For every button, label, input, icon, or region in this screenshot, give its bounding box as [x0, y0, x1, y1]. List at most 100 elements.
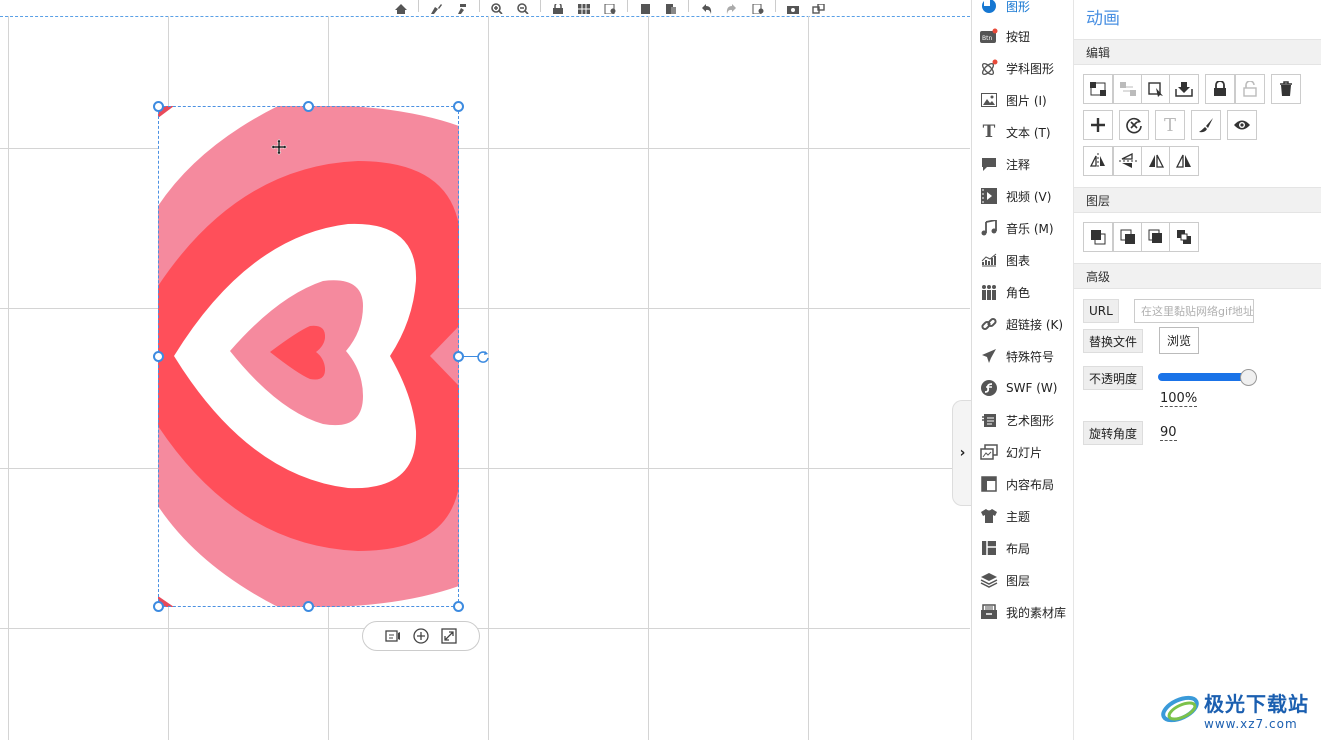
- camera-icon[interactable]: [780, 0, 806, 14]
- eye-icon[interactable]: [1227, 110, 1257, 140]
- bring-forward-icon[interactable]: [1141, 222, 1171, 252]
- mirror-left-icon[interactable]: [1141, 146, 1171, 176]
- music-icon: [980, 219, 998, 237]
- menu-item-my-library[interactable]: 我的素材库: [972, 598, 1072, 626]
- resize-handle-left[interactable]: [153, 351, 164, 362]
- svg-text:Btn: Btn: [982, 35, 992, 42]
- ungroup-icon[interactable]: [1113, 74, 1143, 104]
- heart-image[interactable]: [158, 106, 459, 607]
- section-layer-header: 图层: [1074, 187, 1321, 213]
- redo-icon[interactable]: [719, 0, 745, 14]
- mirror-right-icon[interactable]: [1169, 146, 1199, 176]
- fullscreen-icon[interactable]: [806, 0, 832, 14]
- home-icon[interactable]: [388, 0, 414, 14]
- resize-handle-bottom-right[interactable]: [453, 601, 464, 612]
- crop-select-icon[interactable]: [1141, 74, 1171, 104]
- menu-item-label: 我的素材库: [1006, 605, 1067, 620]
- save-to-library-icon[interactable]: [1169, 74, 1199, 104]
- panel-title: 动画: [1086, 9, 1120, 29]
- resize-handle-top-right[interactable]: [453, 101, 464, 112]
- group-icon[interactable]: [1083, 74, 1113, 104]
- delete-icon[interactable]: [1271, 74, 1301, 104]
- toolbar-divider: [688, 0, 689, 12]
- caption-icon[interactable]: [384, 627, 402, 645]
- canvas[interactable]: [0, 0, 970, 740]
- collapse-panel-button[interactable]: ›: [952, 400, 972, 506]
- flip-horizontal-icon[interactable]: [1083, 146, 1113, 176]
- browse-button[interactable]: 浏览: [1159, 327, 1199, 354]
- menu-item-content-layout[interactable]: 内容布局: [972, 470, 1072, 498]
- menu-item-layers[interactable]: 图层: [972, 566, 1072, 594]
- grid-line: [0, 308, 970, 309]
- paint-brush-icon[interactable]: [1191, 110, 1221, 140]
- menu-item-slideshow[interactable]: 幻灯片: [972, 438, 1072, 466]
- menu-item-character[interactable]: 角色: [972, 278, 1072, 306]
- menu-item-text[interactable]: T 文本 (T): [972, 118, 1072, 146]
- bring-to-front-icon[interactable]: [1083, 222, 1113, 252]
- comment-icon: [980, 155, 998, 173]
- video-icon: [980, 187, 998, 205]
- shape-icon: [980, 0, 998, 15]
- menu-item-label: 主题: [1006, 509, 1031, 524]
- expand-icon[interactable]: [440, 627, 458, 645]
- url-label: URL: [1083, 299, 1119, 323]
- grid-icon[interactable]: [571, 0, 597, 14]
- resize-handle-right[interactable]: [453, 351, 464, 362]
- component-menu: 图形 Btn 按钮 学科图形 图片 (I) T 文本 (T) 注释 视频 (V): [971, 0, 1073, 740]
- settings-page-icon[interactable]: [597, 0, 623, 14]
- resize-handle-top[interactable]: [303, 101, 314, 112]
- menu-item-subject-shapes[interactable]: 学科图形: [972, 54, 1072, 82]
- opacity-value[interactable]: 100%: [1160, 391, 1198, 407]
- menu-item-theme[interactable]: 主题: [972, 502, 1072, 530]
- menu-item-image[interactable]: 图片 (I): [972, 86, 1072, 114]
- grid-line: [808, 16, 809, 740]
- flip-vertical-icon[interactable]: [1113, 146, 1143, 176]
- lock-icon[interactable]: [1205, 74, 1235, 104]
- unlock-icon[interactable]: [1235, 74, 1265, 104]
- menu-item-music[interactable]: 音乐 (M): [972, 214, 1072, 242]
- menu-item-swf[interactable]: SWF (W): [972, 374, 1072, 402]
- watermark-logo: [1161, 695, 1199, 723]
- plane-icon: [980, 347, 998, 365]
- menu-item-button[interactable]: Btn 按钮: [972, 22, 1072, 50]
- menu-item-label: 学科图形: [1006, 61, 1055, 76]
- lock-icon[interactable]: [545, 0, 571, 14]
- copy-icon[interactable]: [632, 0, 658, 14]
- send-backward-icon[interactable]: [1169, 222, 1199, 252]
- zoom-out-icon[interactable]: [510, 0, 536, 14]
- menu-item-label: 布局: [1006, 541, 1031, 556]
- format-painter-icon[interactable]: [449, 0, 475, 14]
- menu-item-comment[interactable]: 注释: [972, 150, 1072, 178]
- gif-url-input[interactable]: [1134, 299, 1254, 323]
- chart-icon: [980, 251, 998, 269]
- add-circle-icon[interactable]: [412, 627, 430, 645]
- section-advanced-header: 高级: [1074, 263, 1321, 289]
- page-settings-icon[interactable]: [745, 0, 771, 14]
- no-rotate-icon[interactable]: [1119, 110, 1149, 140]
- send-to-back-icon[interactable]: [1113, 222, 1143, 252]
- resize-handle-top-left[interactable]: [153, 101, 164, 112]
- zoom-in-icon[interactable]: [484, 0, 510, 14]
- opacity-slider-knob[interactable]: [1240, 369, 1257, 386]
- grid-line: [648, 16, 649, 740]
- brush-icon[interactable]: [423, 0, 449, 14]
- menu-item-hyperlink[interactable]: 超链接 (K): [972, 310, 1072, 338]
- grid-line: [8, 16, 9, 740]
- add-icon[interactable]: [1083, 110, 1113, 140]
- resize-handle-bottom[interactable]: [303, 601, 314, 612]
- menu-item-layout[interactable]: 布局: [972, 534, 1072, 562]
- rotate-icon[interactable]: [476, 350, 490, 364]
- menu-item-shape[interactable]: 图形: [972, 0, 1072, 20]
- menu-item-video[interactable]: 视频 (V): [972, 182, 1072, 210]
- undo-icon[interactable]: [693, 0, 719, 14]
- section-edit-header: 编辑: [1074, 39, 1321, 65]
- menu-item-art-shape[interactable]: 艺术图形: [972, 406, 1072, 434]
- resize-handle-bottom-left[interactable]: [153, 601, 164, 612]
- paste-icon[interactable]: [658, 0, 684, 14]
- menu-item-label: 注释: [1006, 157, 1031, 172]
- image-icon: [980, 91, 998, 109]
- text-style-icon[interactable]: T: [1155, 110, 1185, 140]
- rotation-value[interactable]: 90: [1160, 425, 1177, 441]
- menu-item-special-symbol[interactable]: 特殊符号: [972, 342, 1072, 370]
- menu-item-chart[interactable]: 图表: [972, 246, 1072, 274]
